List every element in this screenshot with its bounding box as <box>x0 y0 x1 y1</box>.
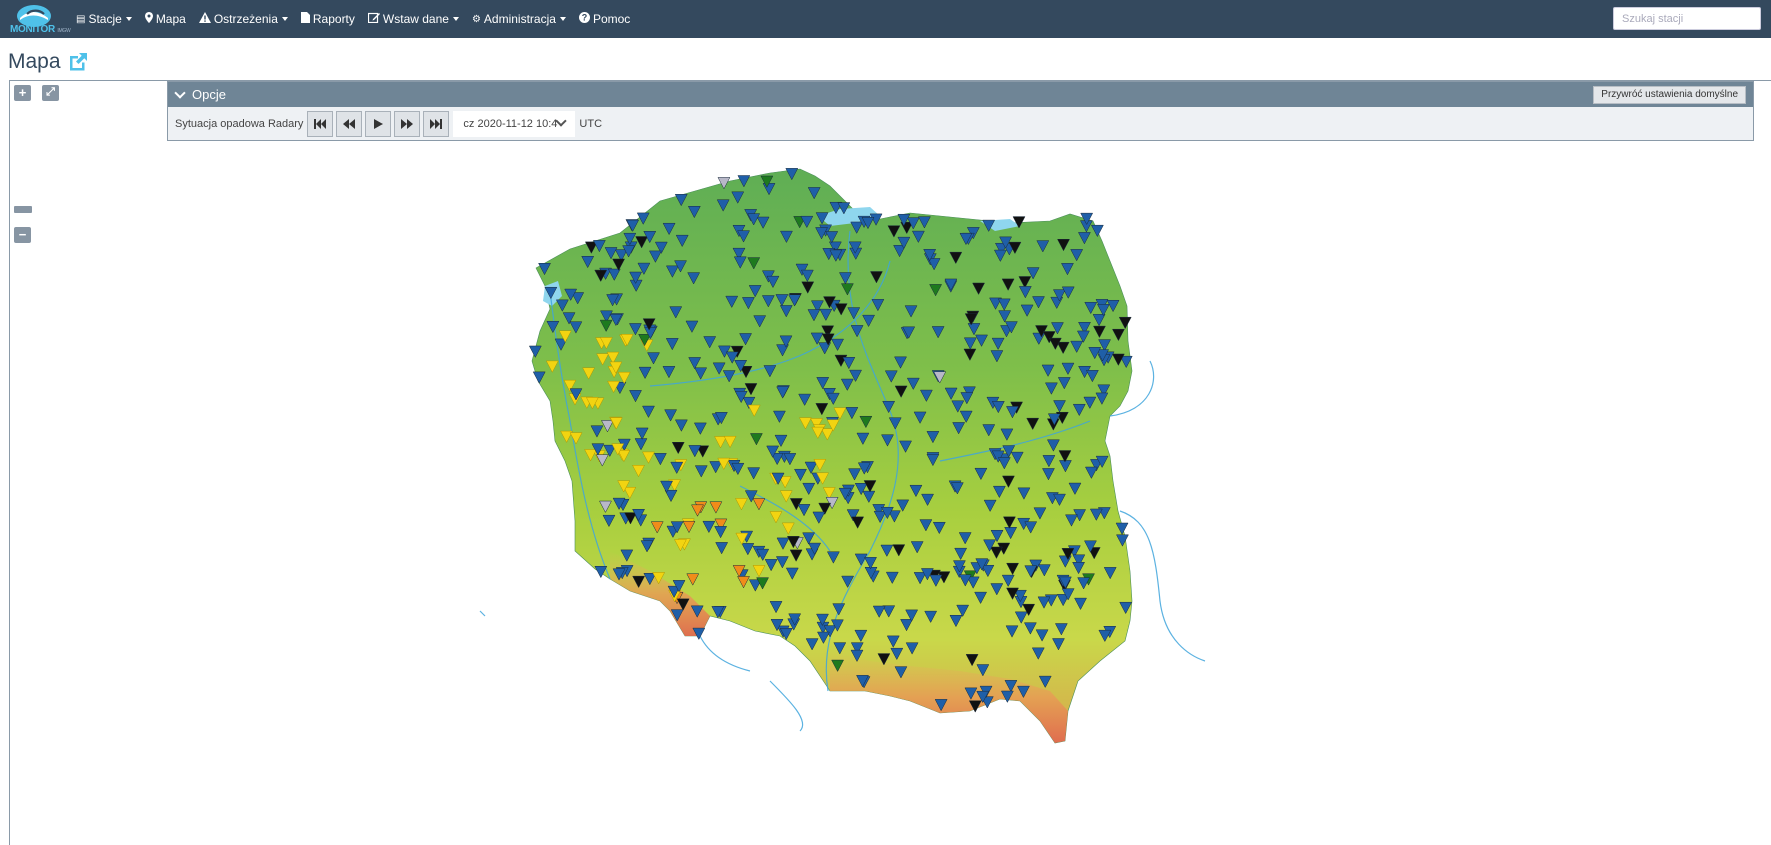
rewind-icon <box>343 119 356 129</box>
nav-stacje[interactable]: ▤ Stacje <box>76 12 132 26</box>
warning-icon <box>198 12 211 26</box>
external-link-icon[interactable] <box>67 51 89 73</box>
table-icon: ▤ <box>76 13 86 25</box>
next-frame-button[interactable] <box>394 111 421 137</box>
options-header[interactable]: Opcje Przywróć ustawienia domyślne <box>168 82 1753 107</box>
date-select[interactable]: cz 2020-11-12 10:4 <box>453 111 576 137</box>
nav-wstaw-dane-label: Wstaw dane <box>382 12 449 26</box>
nav-pomoc-label: Pomoc <box>592 12 631 26</box>
last-frame-button[interactable] <box>423 111 450 137</box>
skip-first-icon <box>314 119 327 129</box>
nav-administracja[interactable]: ⚙ Administracja <box>472 12 566 26</box>
document-icon <box>300 12 310 26</box>
nav-administracja-label: Administracja <box>483 12 556 26</box>
options-title: Opcje <box>192 87 226 102</box>
brand-name: MONITOR IMGW <box>10 24 71 35</box>
previous-frame-button[interactable] <box>336 111 363 137</box>
nav-mapa-label: Mapa <box>155 12 186 26</box>
chevron-down-icon <box>555 115 568 127</box>
skip-last-icon <box>430 119 443 129</box>
play-icon <box>374 119 384 129</box>
edit-icon <box>367 12 380 26</box>
first-frame-button[interactable] <box>307 111 334 137</box>
date-value: cz 2020-11-12 10:4 <box>463 118 558 130</box>
caret-down-icon <box>125 17 132 21</box>
brand-logo[interactable]: MONITOR IMGW <box>8 2 71 36</box>
station-search-input[interactable] <box>1613 7 1761 30</box>
nav-raporty[interactable]: Raporty <box>300 12 355 26</box>
top-navbar: MONITOR IMGW ▤ Stacje Mapa Ostrzeżenia R… <box>0 0 1771 38</box>
nav-raporty-label: Raporty <box>312 12 355 26</box>
caret-down-icon <box>452 17 459 21</box>
main-nav: ▤ Stacje Mapa Ostrzeżenia Raporty Wstaw … <box>76 0 643 38</box>
map-marker-icon <box>144 12 153 26</box>
map-canvas[interactable] <box>10 81 1771 845</box>
options-body: Sytuacja opadowa Radary cz 2020-11-12 10… <box>168 107 1753 141</box>
options-panel: Opcje Przywróć ustawienia domyślne Sytua… <box>167 81 1754 141</box>
timezone-label: UTC <box>579 118 603 130</box>
reset-defaults-button[interactable]: Przywróć ustawienia domyślne <box>1593 86 1746 104</box>
chevron-down-icon <box>174 86 186 99</box>
map-container[interactable]: + ⤢ − Opcje Przywróć ustawienia domyślne… <box>9 80 1771 845</box>
zoom-in-button[interactable]: + <box>14 85 31 101</box>
page-title-text: Mapa <box>8 50 61 73</box>
caret-down-icon <box>281 17 288 21</box>
nav-ostrzezenia-label: Ostrzeżenia <box>213 12 278 26</box>
zoom-out-button[interactable]: − <box>14 227 31 243</box>
nav-stacje-label: Stacje <box>88 12 122 26</box>
zoom-slider-handle[interactable] <box>14 206 32 213</box>
nav-wstaw-dane[interactable]: Wstaw dane <box>367 12 459 26</box>
page-title: Mapa <box>8 50 89 74</box>
play-button[interactable] <box>365 111 392 137</box>
fast-forward-icon <box>401 119 414 129</box>
nav-ostrzezenia[interactable]: Ostrzeżenia <box>198 12 288 26</box>
svg-text:?: ? <box>582 13 588 23</box>
question-circle-icon: ? <box>578 12 590 26</box>
caret-down-icon <box>559 17 566 21</box>
nav-mapa[interactable]: Mapa <box>144 12 186 26</box>
layer-label: Sytuacja opadowa Radary <box>175 118 304 130</box>
fullscreen-button[interactable]: ⤢ <box>42 85 59 101</box>
gear-icon: ⚙ <box>471 13 481 25</box>
nav-pomoc[interactable]: ? Pomoc <box>578 12 631 26</box>
